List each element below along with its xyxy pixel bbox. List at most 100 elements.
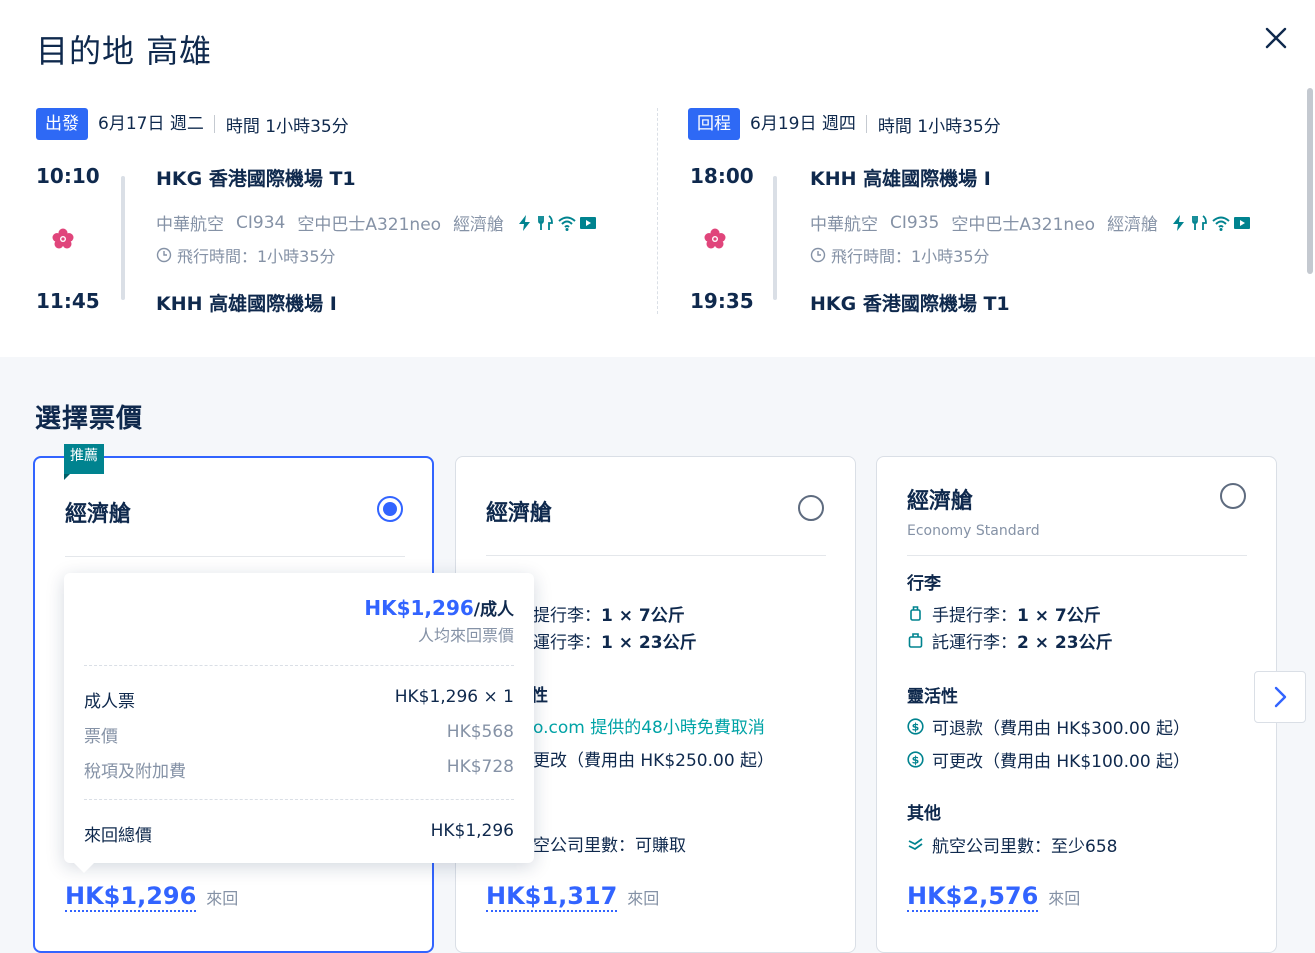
scrollbar[interactable]	[1307, 88, 1313, 274]
change-text: 可更改（費用由 HK$100.00 起）	[932, 752, 1191, 772]
flight-summary-panel: 目的地 高雄 出發 6月17日 週二 時間 1小時35分 10:10 11:45…	[0, 0, 1315, 357]
total-row: 來回總價 HK$1,296	[84, 821, 514, 846]
price-breakdown-popup: HK$1,296/成人 人均來回票價 成人票 HK$1,296 × 1 票價 H…	[64, 573, 534, 873]
fare-section-title: 選擇票價	[35, 404, 144, 434]
refund-row: $ 可退款（費用由 HK$300.00 起）	[907, 714, 1190, 739]
total-value: HK$1,296	[430, 821, 514, 841]
flight-info: 中華航空 CI934 空中巴士A321neo 經濟艙	[156, 210, 597, 235]
airline-name: 中華航空	[810, 215, 878, 235]
flight-time: 飛行時間：1小時35分	[156, 243, 336, 267]
miles-row: 空公司里數：可賺取	[533, 836, 686, 856]
meal-icon	[538, 214, 553, 230]
miles-text: 航空公司里數：至少658	[932, 837, 1118, 857]
carry-on-row: 手提行李：1 × 7公斤	[907, 601, 1101, 626]
inbound-segment: 回程 6月19日 週四 時間 1小時35分 18:00 19:35 KHH 高雄…	[688, 108, 1288, 318]
price-unit: 來回	[206, 889, 239, 908]
miles-row: 航空公司里數：至少658	[907, 832, 1117, 857]
miles-icon	[908, 838, 923, 851]
entertainment-icon	[580, 216, 597, 229]
page-title: 目的地 高雄	[36, 32, 213, 70]
outbound-badge: 出發	[36, 108, 88, 140]
flight-time-text: 飛行時間：1小時35分	[831, 247, 990, 266]
card-divider	[486, 555, 826, 556]
fare-row: 票價 HK$568	[84, 722, 514, 747]
amenities	[516, 214, 597, 232]
flight-number: CI935	[890, 212, 940, 233]
fare-title: 經濟艙	[486, 501, 553, 526]
meal-icon	[1192, 214, 1207, 230]
flight-info: 中華航空 CI935 空中巴士A321neo 經濟艙	[810, 210, 1251, 235]
arrival-time: 11:45	[36, 289, 100, 313]
flex-title: 靈活性	[907, 687, 958, 707]
fare-price[interactable]: HK$2,576 來回	[907, 882, 1080, 912]
popup-divider	[84, 799, 514, 800]
aircraft-type: 空中巴士A321neo	[297, 215, 442, 235]
fare-radio-selected[interactable]	[377, 496, 403, 522]
checked-row: 運行李：1 × 23公斤	[533, 628, 697, 653]
fare-card-3[interactable]: 經濟艙 Economy Standard 行李 手提行李：1 × 7公斤 託運行…	[876, 456, 1277, 953]
svg-text:$: $	[912, 754, 920, 767]
flight-number: CI934	[236, 212, 286, 233]
price-unit: 來回	[1048, 889, 1081, 908]
wifi-icon	[1212, 216, 1230, 231]
price-value[interactable]: HK$1,296	[65, 882, 197, 912]
change-row: 更改（費用由 HK$250.00 起）	[533, 751, 775, 771]
fare-value: HK$568	[446, 722, 514, 742]
dollar-icon: $	[907, 718, 924, 735]
china-airlines-logo-icon	[702, 226, 728, 252]
baggage-title: 行李	[907, 574, 941, 594]
clock-icon	[810, 247, 826, 263]
segment-divider	[657, 108, 658, 314]
flight-time-text: 飛行時間：1小時35分	[177, 247, 336, 266]
carry-on-label: 提行李：	[533, 606, 601, 626]
next-fare-button[interactable]	[1254, 671, 1306, 723]
carry-on-value: 1 × 7公斤	[601, 606, 685, 626]
cabin-class: 經濟艙	[453, 215, 505, 235]
checked-bag-icon	[908, 633, 923, 648]
adult-label: 成人票	[84, 692, 135, 712]
fare-title: 經濟艙	[907, 489, 974, 514]
close-icon[interactable]	[1260, 22, 1292, 54]
tax-value: HK$728	[446, 757, 514, 777]
carry-on-value: 1 × 7公斤	[1017, 606, 1101, 626]
card-divider	[65, 556, 405, 557]
fare-price[interactable]: HK$1,317 來回	[486, 882, 659, 912]
change-row: $ 可更改（費用由 HK$100.00 起）	[907, 747, 1190, 772]
outbound-segment: 出發 6月17日 週二 時間 1小時35分 10:10 11:45 HKG 香港…	[36, 108, 636, 318]
departure-time: 10:10	[36, 164, 100, 188]
carry-on-bag-icon	[910, 606, 921, 621]
checked-value: 1 × 23公斤	[601, 633, 697, 653]
departure-airport: HKG 香港國際機場 T1	[156, 168, 356, 190]
airline-name: 中華航空	[156, 215, 224, 235]
amenities	[1170, 214, 1251, 232]
adult-row: 成人票 HK$1,296 × 1	[84, 687, 514, 712]
cabin-class: 經濟艙	[1107, 215, 1159, 235]
departure-time: 18:00	[690, 164, 754, 188]
dollar-icon: $	[907, 751, 924, 768]
checked-value: 2 × 23公斤	[1017, 633, 1113, 653]
arrival-airport: KHH 高雄國際機場 I	[156, 293, 337, 315]
popup-divider	[84, 665, 514, 666]
popup-note: 人均來回票價	[417, 626, 514, 645]
fare-radio[interactable]	[798, 495, 824, 521]
refund-text: 可退款（費用由 HK$300.00 起）	[932, 719, 1191, 739]
flight-time: 飛行時間：1小時35分	[810, 243, 990, 267]
fare-price[interactable]: HK$1,296 來回	[65, 882, 238, 912]
price-unit: 來回	[627, 889, 660, 908]
inbound-badge: 回程	[688, 108, 740, 140]
checked-label: 運行李：	[533, 633, 601, 653]
card-divider	[907, 555, 1247, 556]
checked-label: 託運行李：	[932, 633, 1017, 653]
price-value[interactable]: HK$2,576	[907, 882, 1039, 912]
fare-title: 經濟艙	[65, 502, 132, 527]
fare-label: 票價	[84, 727, 118, 747]
outbound-duration: 時間 1小時35分	[225, 116, 349, 137]
free-cancel-row: o.com 提供的48小時免費取消	[533, 718, 765, 738]
chevron-right-icon	[1274, 686, 1287, 708]
price-value[interactable]: HK$1,317	[486, 882, 618, 912]
fare-radio[interactable]	[1220, 483, 1246, 509]
carry-on-row: 提行李：1 × 7公斤	[533, 601, 685, 626]
aircraft-type: 空中巴士A321neo	[951, 215, 1096, 235]
svg-text:$: $	[912, 721, 920, 734]
fare-subtitle: Economy Standard	[907, 523, 1040, 539]
